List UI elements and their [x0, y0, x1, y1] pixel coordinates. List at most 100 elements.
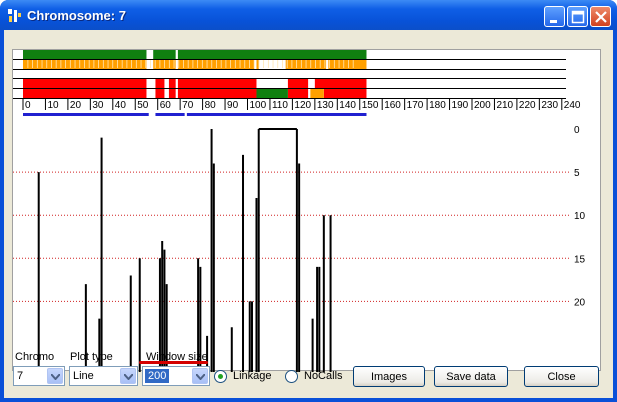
orange-stripe	[300, 60, 302, 68]
orange-stripe	[249, 60, 250, 68]
orange-stripe	[192, 60, 194, 68]
orange-stripe	[348, 60, 349, 68]
chromo-dropdown-arrow[interactable]	[47, 368, 63, 384]
orange-stripe	[178, 60, 180, 68]
images-button[interactable]: Images	[353, 366, 425, 387]
client-area: 0 10 20 30 40 50 60 70 80 90 100 110 120 130 140 150 160…	[4, 30, 613, 398]
close-icon	[595, 11, 607, 23]
save-data-button[interactable]: Save data	[434, 366, 508, 387]
minimize-button[interactable]	[544, 6, 565, 27]
maximize-icon	[571, 10, 585, 24]
orange-stripe	[216, 60, 217, 68]
track-segment	[23, 89, 147, 98]
orange-stripe	[79, 60, 81, 68]
x-tick-label: 90	[227, 100, 239, 111]
orange-stripe	[98, 60, 100, 68]
window-size-value: 200	[145, 369, 170, 383]
x-tick-label: 70	[182, 100, 194, 111]
linkage-label[interactable]: Linkage	[233, 370, 272, 382]
window-title: Chromosome: 7	[27, 8, 126, 23]
track-segment	[177, 89, 257, 98]
x-tick-label: 60	[160, 100, 172, 111]
maximize-button[interactable]	[567, 6, 588, 27]
orange-stripe	[51, 60, 52, 68]
orange-stripe	[333, 60, 335, 68]
orange-stripe	[267, 60, 269, 68]
orange-stripe	[140, 60, 142, 68]
orange-stripe	[329, 60, 331, 68]
chromo-select[interactable]: 7	[13, 366, 65, 386]
x-tick-label: 150	[362, 100, 379, 111]
x-tick-label: 170	[407, 100, 424, 111]
x-tick-label: 180	[429, 100, 446, 111]
orange-stripe	[305, 60, 307, 68]
y-tick-label: 0	[574, 125, 580, 136]
orange-stripe	[239, 60, 241, 68]
x-tick-label: 240	[564, 100, 581, 111]
orange-stripe	[60, 60, 62, 68]
x-tick-label: 230	[541, 100, 558, 111]
orange-stripe	[286, 60, 288, 68]
chevron-down-icon	[196, 374, 205, 380]
orange-stripe	[131, 60, 133, 68]
orange-stripe	[230, 60, 232, 68]
orange-stripe	[324, 60, 326, 68]
orange-stripe	[338, 60, 340, 68]
track-segment	[155, 79, 165, 88]
x-tick-label: 210	[496, 100, 513, 111]
orange-stripe	[74, 60, 76, 68]
track-segment	[323, 89, 367, 98]
chromo-value: 7	[17, 370, 24, 382]
orange-stripe	[65, 60, 67, 68]
chromosome-app-icon	[8, 9, 21, 22]
orange-stripe	[173, 60, 175, 68]
title-bar[interactable]: Chromosome: 7	[0, 0, 617, 30]
orange-stripe	[121, 60, 123, 68]
close-window-button[interactable]	[590, 6, 611, 27]
orange-stripe	[319, 60, 321, 68]
plot-type-dropdown-arrow[interactable]	[120, 368, 136, 384]
x-tick-label: 10	[47, 100, 59, 111]
nocalls-radio[interactable]	[285, 370, 298, 383]
x-tick-label: 220	[519, 100, 536, 111]
orange-stripe	[291, 60, 293, 68]
plot-type-select[interactable]: Line	[69, 366, 138, 386]
orange-stripe	[225, 60, 227, 68]
orange-stripe	[253, 60, 255, 68]
orange-stripe	[41, 60, 43, 68]
orange-stripe	[244, 60, 246, 68]
track-segment	[168, 79, 176, 88]
linkage-radio[interactable]	[214, 370, 227, 383]
x-tick-label: 0	[25, 100, 31, 111]
orange-stripe	[272, 60, 274, 68]
track-segment	[256, 59, 259, 69]
window-size-select[interactable]: 200	[142, 366, 210, 386]
orange-stripe	[126, 60, 128, 68]
chromosome-plot-panel: 0 10 20 30 40 50 60 70 80 90 100 110 120 130 140 150 160…	[12, 49, 601, 372]
track-segment	[287, 79, 309, 88]
x-tick-label: 100	[250, 100, 267, 111]
x-tick-label: 190	[452, 100, 469, 111]
nocalls-label[interactable]: NoCalls	[304, 370, 343, 382]
orange-stripe	[93, 60, 95, 68]
window-size-dropdown-arrow[interactable]	[192, 368, 208, 384]
orange-stripe	[84, 60, 85, 68]
orange-stripe	[117, 60, 118, 68]
minimize-icon	[550, 20, 557, 23]
chevron-down-icon	[51, 374, 60, 380]
close-button[interactable]: Close	[524, 366, 599, 387]
track-segment	[314, 79, 367, 88]
orange-stripe	[168, 60, 170, 68]
orange-stripe	[197, 60, 199, 68]
track-segment	[177, 50, 367, 59]
orange-stripe	[36, 60, 38, 68]
orange-stripe	[55, 60, 57, 68]
orange-stripe	[282, 60, 283, 68]
orange-stripe	[352, 60, 354, 68]
orange-stripe	[46, 60, 48, 68]
track-segment	[153, 50, 176, 59]
orange-stripe	[296, 60, 298, 68]
chromosome-plot: 0 10 20 30 40 50 60 70 80 90 100 110 120 130 140 150 160…	[13, 50, 586, 372]
x-tick-label: 30	[92, 100, 104, 111]
orange-stripe	[159, 60, 161, 68]
